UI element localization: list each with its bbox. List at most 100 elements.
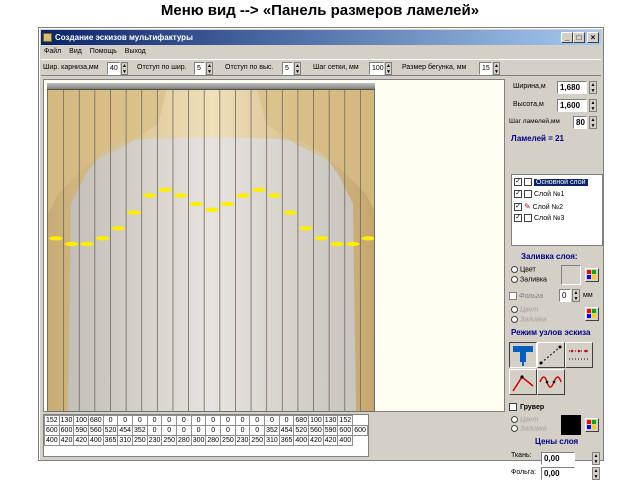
lamella-node-marker[interactable]	[314, 236, 329, 241]
height-spinner[interactable]: ▲ ▼	[589, 99, 597, 112]
grid-cell[interactable]: 0	[234, 415, 251, 426]
menu-exit[interactable]: Выход	[125, 48, 146, 55]
foil-spinner[interactable]: ▲ ▼	[572, 289, 580, 302]
grid-cell[interactable]: 0	[190, 425, 207, 436]
lamella-node-marker[interactable]	[330, 241, 344, 247]
layer-visible-checkbox[interactable]: ✓	[514, 214, 522, 223]
lamella-node-marker[interactable]	[80, 241, 94, 247]
grid-step-spinner[interactable]: ▲ ▼	[385, 62, 392, 75]
step-spinner[interactable]: ▲ ▼	[589, 116, 597, 129]
grid-cell[interactable]: 230	[146, 435, 163, 446]
grid-cell[interactable]: 130	[58, 415, 75, 426]
lamella-node-marker[interactable]	[236, 193, 251, 198]
runner-size-input[interactable]: 15	[479, 62, 492, 75]
grid-cell[interactable]: 0	[146, 415, 163, 426]
grid-cell[interactable]: 420	[73, 435, 90, 446]
cornice-width-spinner[interactable]: ▲ ▼	[121, 62, 128, 75]
grid-cell[interactable]: 230	[234, 435, 251, 446]
grid-cell[interactable]: 130	[322, 415, 339, 426]
grid-cell[interactable]: 560	[308, 425, 324, 436]
lamella-node-marker[interactable]	[158, 187, 172, 192]
grid-cell[interactable]: 0	[176, 425, 192, 436]
grid-cell[interactable]: 0	[176, 415, 192, 426]
grid-cell[interactable]: 520	[102, 425, 119, 436]
grid-cell[interactable]: 590	[73, 425, 90, 436]
layer-visible-checkbox[interactable]: ✓	[514, 178, 522, 187]
lamella-node-marker[interactable]	[64, 241, 79, 247]
grid-cell[interactable]: 600	[44, 425, 60, 436]
grid-cell[interactable]: 0	[117, 415, 134, 426]
grid-cell[interactable]: 250	[220, 435, 236, 446]
gruver-color-swatch[interactable]	[561, 415, 581, 435]
grid-cell[interactable]: 400	[88, 435, 104, 446]
grid-cell[interactable]: 310	[117, 435, 134, 446]
grid-cell[interactable]: 400	[44, 435, 60, 446]
lamella-node-marker[interactable]	[49, 236, 63, 241]
grid-cell[interactable]: 400	[293, 435, 310, 446]
cornice-width-input[interactable]: 40	[107, 62, 120, 75]
lamella-node-marker[interactable]	[220, 201, 235, 207]
grid-cell[interactable]: 0	[205, 425, 222, 436]
grid-cell[interactable]: 400	[337, 435, 354, 446]
foil-input[interactable]: 0	[559, 289, 571, 302]
grid-cell[interactable]: 420	[308, 435, 324, 446]
runner-size-spinner[interactable]: ▲ ▼	[493, 62, 500, 75]
lamella-node-marker[interactable]	[173, 193, 188, 198]
lamella-node-marker[interactable]	[142, 193, 157, 198]
menu-file[interactable]: Файл	[44, 48, 61, 55]
grid-cell[interactable]: 590	[322, 425, 339, 436]
grid-cell[interactable]: 100	[308, 415, 324, 426]
lamella-node-marker[interactable]	[252, 187, 266, 192]
grid-cell[interactable]: 680	[88, 415, 104, 426]
fill-color-swatch[interactable]	[561, 265, 581, 285]
minimize-button[interactable]: _	[561, 32, 573, 43]
fabric-price-input[interactable]: 0,00	[541, 452, 575, 465]
gruver-palette-icon[interactable]	[585, 418, 599, 432]
layer-visible-checkbox[interactable]: ✓	[514, 190, 522, 199]
grid-cell[interactable]: 310	[264, 435, 280, 446]
lamella-node-marker[interactable]	[361, 236, 375, 241]
layer-lock-checkbox[interactable]	[524, 178, 532, 187]
menu-help[interactable]: Помощь	[90, 48, 117, 55]
width-spinner[interactable]: ▲ ▼	[589, 81, 597, 94]
grid-cell[interactable]: 0	[249, 415, 266, 426]
grid-cell[interactable]: 352	[264, 425, 280, 436]
layer-item-2[interactable]: ✓ ✎ Слой №2	[514, 201, 602, 212]
grid-cell[interactable]: 680	[293, 415, 310, 426]
layer-item-1[interactable]: ✓ Слой №1	[514, 189, 602, 200]
grid-cell[interactable]: 152	[337, 415, 354, 426]
foil-checkbox[interactable]: Фольга	[509, 292, 543, 300]
grid-cell[interactable]: 420	[58, 435, 75, 446]
grid-cell[interactable]: 520	[293, 425, 310, 436]
grid-cell[interactable]: 0	[264, 415, 280, 426]
grid-cell[interactable]: 0	[102, 415, 119, 426]
menu-view[interactable]: Вид	[69, 48, 82, 55]
grid-cell[interactable]: 0	[132, 415, 148, 426]
indent-height-input[interactable]: 5	[282, 62, 293, 75]
grid-cell[interactable]: 352	[132, 425, 148, 436]
grid-cell[interactable]: 454	[278, 425, 295, 436]
fill-fill-radio[interactable]: Заливка	[511, 276, 547, 283]
maximize-button[interactable]: □	[573, 32, 585, 43]
foil-palette-icon[interactable]	[585, 307, 599, 321]
layer-lock-checkbox[interactable]	[524, 190, 532, 199]
lamella-node-marker[interactable]	[345, 241, 360, 247]
layers-list[interactable]: ✓ Основной слой ✓ Слой №1 ✓ ✎ Слой №2 ✓ Слой…	[511, 174, 603, 246]
close-button[interactable]: ×	[587, 32, 599, 43]
lamella-node-marker[interactable]	[95, 236, 110, 241]
foil-fill-radio[interactable]: Заливка	[511, 316, 547, 323]
lamella-node-marker[interactable]	[127, 210, 141, 215]
grid-cell[interactable]: 600	[352, 425, 368, 436]
grid-cell[interactable]: 0	[190, 415, 207, 426]
grid-cell[interactable]: 152	[44, 415, 60, 426]
node-dots-button[interactable]	[565, 342, 593, 368]
lamella-node-marker[interactable]	[189, 201, 204, 207]
grid-cell[interactable]: 0	[146, 425, 163, 436]
grid-cell[interactable]: 0	[205, 415, 222, 426]
node-red-button[interactable]	[509, 369, 537, 395]
grid-cell[interactable]: 0	[278, 415, 295, 426]
lamella-node-marker[interactable]	[205, 207, 219, 212]
lamella-node-marker[interactable]	[267, 193, 282, 198]
gruver-checkbox[interactable]: Грувер	[509, 403, 544, 411]
fill-color-radio[interactable]: Цвет	[511, 266, 536, 273]
